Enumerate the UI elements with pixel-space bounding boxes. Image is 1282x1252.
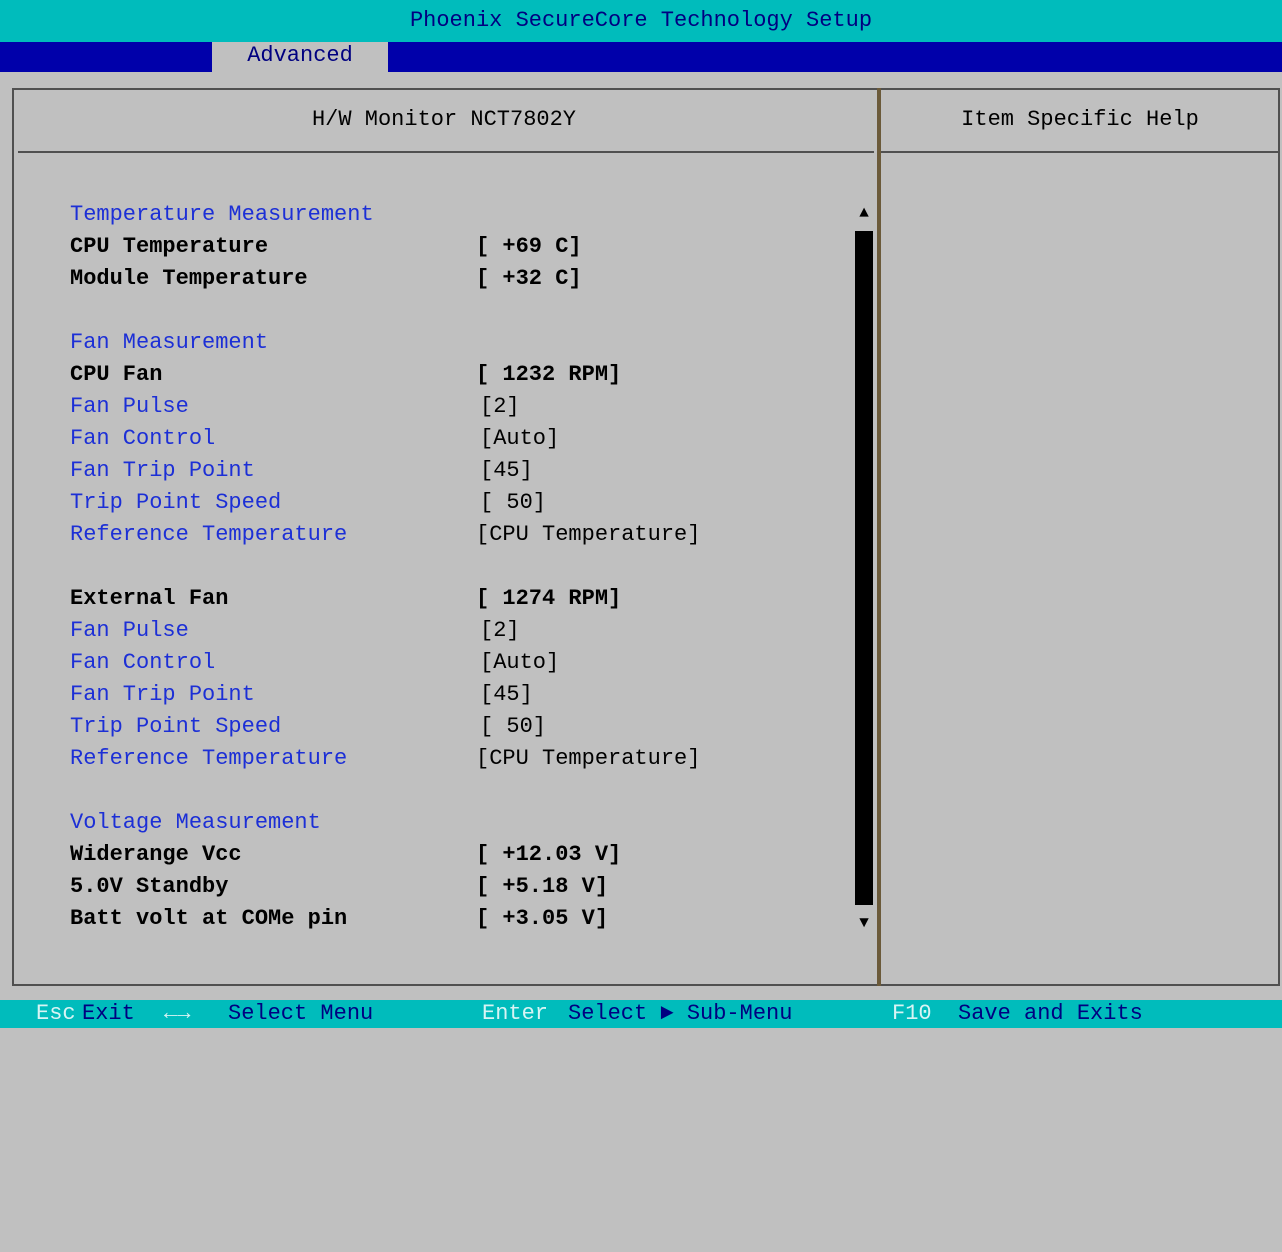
cpu-fan-trip-point-row[interactable]: Fan Trip Point [45] [70,455,533,487]
module-temperature-label: Module Temperature [70,266,308,291]
fan-trip-point-label: Fan Trip Point [70,458,255,483]
help-title-divider [881,151,1278,153]
fan-control-value[interactable]: [Auto] [480,647,559,679]
cpu-fan-pulse-row[interactable]: Fan Pulse [2] [70,391,520,423]
panel-title: H/W Monitor NCT7802Y [311,107,577,132]
batt-volt-row: Batt volt at COMe pin [ +3.05 V] [70,903,608,935]
cpu-temperature-row: CPU Temperature [ +69 C] [70,231,582,263]
module-temperature-row: Module Temperature [ +32 C] [70,263,582,295]
arrows-text: Select Menu [228,1001,374,1026]
scroll-up-arrow-icon[interactable]: ▲ [855,204,873,222]
batt-volt-value: [ +3.05 V] [476,906,609,931]
module-temperature-value: [ +32 C] [476,266,582,291]
reference-temperature-label: Reference Temperature [70,746,348,771]
cpu-fan-label: CPU Fan [70,362,163,387]
trip-point-speed-label: Trip Point Speed [70,714,282,739]
trip-point-speed-value[interactable]: [ 50] [480,711,546,743]
standby-label: 5.0V Standby [70,874,229,899]
fan-trip-point-label: Fan Trip Point [70,682,255,707]
scrollbar-thumb[interactable] [855,231,873,905]
ext-fan-pulse-row[interactable]: Fan Pulse [2] [70,615,520,647]
scroll-down-arrow-icon[interactable]: ▼ [855,914,873,932]
fan-trip-point-value[interactable]: [45] [480,679,533,711]
fan-control-label: Fan Control [70,650,216,675]
arrows-key: ←→ [164,1001,191,1026]
fan-heading: Fan Measurement [70,330,269,355]
help-title: Item Specific Help [961,107,1199,132]
temperature-heading: Temperature Measurement [70,202,374,227]
fan-pulse-value[interactable]: [2] [480,391,520,423]
cpu-temperature-value: [ +69 C] [476,234,582,259]
cpu-fan-trip-speed-row[interactable]: Trip Point Speed [ 50] [70,487,546,519]
trip-point-speed-label: Trip Point Speed [70,490,282,515]
fan-control-value[interactable]: [Auto] [480,423,559,455]
panel-title-divider [18,151,874,153]
ext-fan-trip-speed-row[interactable]: Trip Point Speed [ 50] [70,711,546,743]
f10-key: F10 [892,1001,932,1026]
cpu-fan-value: [ 1232 RPM] [476,362,622,387]
trip-point-speed-value[interactable]: [ 50] [480,487,546,519]
reference-temperature-value[interactable]: [CPU Temperature] [476,519,700,551]
menu-bar: Advanced [0,42,1282,72]
enter-text: Select ► Sub-Menu [568,1001,793,1026]
reference-temperature-label: Reference Temperature [70,522,348,547]
fan-control-label: Fan Control [70,426,216,451]
cpu-fan-ref-temp-row[interactable]: Reference Temperature [CPU Temperature] [70,519,700,551]
reference-temperature-value[interactable]: [CPU Temperature] [476,743,700,775]
cpu-temperature-label: CPU Temperature [70,234,269,259]
standby-value: [ +5.18 V] [476,874,609,899]
widerange-vcc-value: [ +12.03 V] [476,842,622,867]
fan-pulse-value[interactable]: [2] [480,615,520,647]
app-title: Phoenix SecureCore Technology Setup [0,0,1282,42]
tab-advanced[interactable]: Advanced [212,42,388,72]
standby-row: 5.0V Standby [ +5.18 V] [70,871,608,903]
footer-keybar: Esc Exit ←→ Select Menu Enter Select ► S… [0,1000,1282,1028]
menu-spacer [0,72,1282,86]
esc-key: Esc [36,1001,76,1026]
panel-divider [877,88,881,986]
cpu-fan-row: CPU Fan [ 1232 RPM] [70,359,621,391]
external-fan-label: External Fan [70,586,229,611]
f10-text: Save and Exits [958,1001,1143,1026]
ext-fan-ref-temp-row[interactable]: Reference Temperature [CPU Temperature] [70,743,700,775]
enter-key: Enter [482,1001,549,1026]
ext-fan-control-row[interactable]: Fan Control [Auto] [70,647,559,679]
voltage-heading: Voltage Measurement [70,810,321,835]
fan-pulse-label: Fan Pulse [70,618,189,643]
cpu-fan-control-row[interactable]: Fan Control [Auto] [70,423,559,455]
batt-volt-label: Batt volt at COMe pin [70,906,348,931]
fan-pulse-label: Fan Pulse [70,394,189,419]
widerange-vcc-label: Widerange Vcc [70,842,242,867]
external-fan-row: External Fan [ 1274 RPM] [70,583,621,615]
fan-trip-point-value[interactable]: [45] [480,455,533,487]
esc-text: Exit [82,1001,135,1026]
ext-fan-trip-point-row[interactable]: Fan Trip Point [45] [70,679,533,711]
widerange-vcc-row: Widerange Vcc [ +12.03 V] [70,839,621,871]
external-fan-value: [ 1274 RPM] [476,586,622,611]
